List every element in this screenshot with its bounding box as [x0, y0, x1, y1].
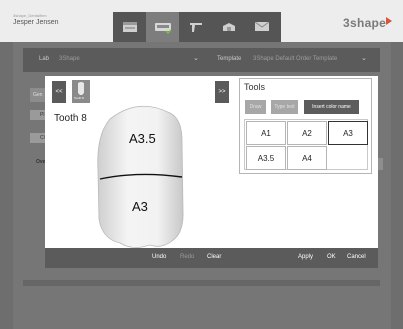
tooth-icon: [78, 82, 84, 95]
brand-triangle-icon: [386, 17, 392, 25]
tools-panel: Tools Draw Type text Insert color name A…: [239, 78, 372, 174]
side-item-pl[interactable]: Pl: [30, 110, 46, 120]
insert-color-name-button[interactable]: Insert color name: [304, 100, 359, 114]
prev-tooth-button[interactable]: <<: [52, 81, 66, 103]
lab-select[interactable]: 3Shape: [59, 56, 80, 62]
order-form-icon: [122, 22, 137, 32]
scanner-icon: [154, 23, 172, 34]
upper-shade-label[interactable]: A3.5: [129, 131, 156, 146]
message-tool[interactable]: [245, 12, 278, 42]
clear-button[interactable]: Clear: [207, 254, 221, 260]
user-name[interactable]: Jesper Jensen: [13, 19, 59, 26]
next-tooth-button[interactable]: >>: [215, 81, 229, 103]
template-select[interactable]: 3Shape Default Order Template: [253, 56, 337, 62]
side-item-cl[interactable]: Cl: [30, 133, 46, 143]
apply-button[interactable]: Apply: [298, 254, 313, 260]
shade-grid: A1 A2 A3 A3.5 A4: [244, 119, 368, 170]
shade-a1[interactable]: A1: [246, 121, 286, 145]
shade-dialog: << Tooth 8 >> Tooth 8 A3.5 A3 Tools Draw…: [45, 76, 378, 268]
tooth-model[interactable]: [90, 101, 190, 253]
draw-button[interactable]: Draw: [245, 100, 266, 114]
design-tool[interactable]: [179, 12, 212, 42]
box-tool[interactable]: [212, 12, 245, 42]
app-header: 3shape_Dentalfirm Jesper Jensen 3shape: [0, 0, 403, 42]
shade-a3[interactable]: A3: [328, 121, 368, 145]
box-icon: [222, 23, 235, 31]
chevron-down-icon[interactable]: ⌄: [361, 54, 367, 62]
lab-template-row: Lab 3Shape ⌄ Template 3Shape Default Ord…: [23, 48, 380, 72]
brand-logo: 3shape: [343, 16, 387, 30]
cancel-button[interactable]: Cancel: [347, 254, 366, 260]
shade-a4[interactable]: A4: [287, 146, 327, 170]
tooth-title: Tooth 8: [54, 113, 87, 124]
tools-title: Tools: [244, 82, 266, 92]
lower-shade-label[interactable]: A3: [132, 199, 148, 214]
scanner-tool[interactable]: [146, 12, 179, 42]
shade-a2[interactable]: A2: [287, 121, 327, 145]
account-name: 3shape_Dentalfirm: [13, 13, 47, 18]
type-text-button[interactable]: Type text: [271, 100, 298, 114]
design-icon: [189, 23, 202, 32]
order-form-tool[interactable]: [113, 12, 146, 42]
lab-label: Lab: [39, 56, 50, 62]
tooth-thumbnail[interactable]: Tooth 8: [72, 80, 90, 103]
ok-button[interactable]: OK: [327, 254, 336, 260]
message-icon: [254, 21, 269, 31]
shade-a3-5[interactable]: A3.5: [246, 146, 286, 170]
undo-button[interactable]: Undo: [152, 254, 166, 260]
template-label: Template: [217, 56, 242, 62]
redo-button[interactable]: Redo: [180, 254, 194, 260]
background-footer-strip: [23, 280, 380, 286]
main-toolbar: [113, 12, 281, 42]
chevron-down-icon[interactable]: ⌄: [193, 54, 199, 62]
dialog-action-bar: Undo Redo Clear Apply OK Cancel: [45, 248, 378, 268]
general-tab[interactable]: Gen: [30, 88, 46, 102]
